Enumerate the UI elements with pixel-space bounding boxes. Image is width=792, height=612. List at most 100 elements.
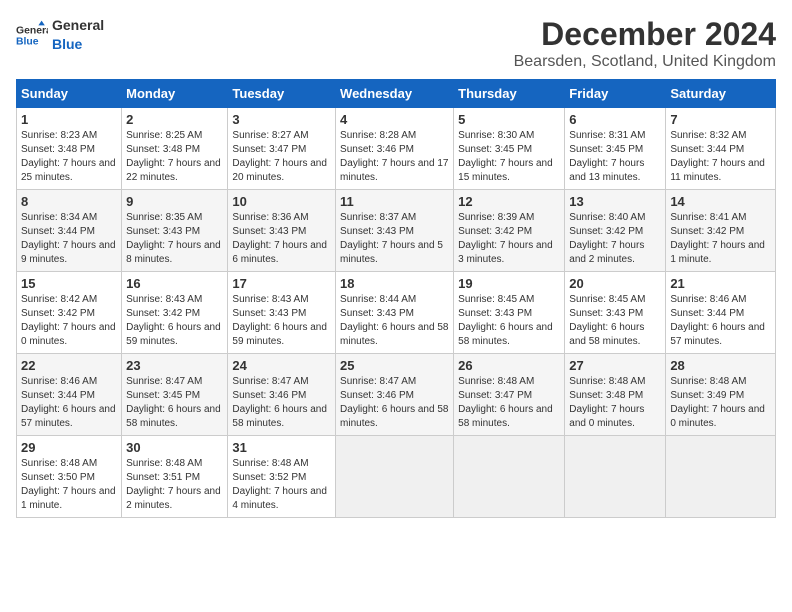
day-header-tuesday: Tuesday [228,80,336,108]
day-number: 24 [232,358,331,373]
day-info: Sunrise: 8:39 AMSunset: 3:42 PMDaylight:… [458,212,553,265]
day-info: Sunrise: 8:36 AMSunset: 3:43 PMDaylight:… [232,212,327,265]
calendar-cell: 1 Sunrise: 8:23 AMSunset: 3:48 PMDayligh… [17,108,122,190]
day-header-wednesday: Wednesday [336,80,454,108]
day-header-monday: Monday [122,80,228,108]
calendar-cell: 21 Sunrise: 8:46 AMSunset: 3:44 PMDaylig… [666,272,776,354]
day-number: 19 [458,276,560,291]
day-info: Sunrise: 8:48 AMSunset: 3:49 PMDaylight:… [670,376,765,429]
day-number: 21 [670,276,771,291]
calendar-cell: 22 Sunrise: 8:46 AMSunset: 3:44 PMDaylig… [17,354,122,436]
day-info: Sunrise: 8:44 AMSunset: 3:43 PMDaylight:… [340,294,448,347]
calendar-cell: 10 Sunrise: 8:36 AMSunset: 3:43 PMDaylig… [228,190,336,272]
day-header-sunday: Sunday [17,80,122,108]
day-number: 6 [569,112,661,127]
calendar-cell: 9 Sunrise: 8:35 AMSunset: 3:43 PMDayligh… [122,190,228,272]
calendar-cell: 3 Sunrise: 8:27 AMSunset: 3:47 PMDayligh… [228,108,336,190]
day-number: 26 [458,358,560,373]
day-number: 28 [670,358,771,373]
day-number: 9 [126,194,223,209]
calendar-cell: 27 Sunrise: 8:48 AMSunset: 3:48 PMDaylig… [565,354,666,436]
subtitle: Bearsden, Scotland, United Kingdom [514,53,776,71]
logo-icon: General Blue [16,19,48,51]
day-number: 23 [126,358,223,373]
day-info: Sunrise: 8:40 AMSunset: 3:42 PMDaylight:… [569,212,645,265]
day-number: 3 [232,112,331,127]
day-number: 22 [21,358,117,373]
day-info: Sunrise: 8:42 AMSunset: 3:42 PMDaylight:… [21,294,116,347]
calendar-body: 1 Sunrise: 8:23 AMSunset: 3:48 PMDayligh… [17,108,776,518]
day-info: Sunrise: 8:47 AMSunset: 3:45 PMDaylight:… [126,376,221,429]
calendar-cell: 15 Sunrise: 8:42 AMSunset: 3:42 PMDaylig… [17,272,122,354]
day-info: Sunrise: 8:28 AMSunset: 3:46 PMDaylight:… [340,130,448,183]
calendar-cell: 23 Sunrise: 8:47 AMSunset: 3:45 PMDaylig… [122,354,228,436]
title-section: December 2024 Bearsden, Scotland, United… [514,16,776,71]
calendar-cell: 11 Sunrise: 8:37 AMSunset: 3:43 PMDaylig… [336,190,454,272]
calendar-cell: 19 Sunrise: 8:45 AMSunset: 3:43 PMDaylig… [454,272,565,354]
day-info: Sunrise: 8:27 AMSunset: 3:47 PMDaylight:… [232,130,327,183]
logo: General Blue General Blue [16,16,104,54]
calendar-cell: 8 Sunrise: 8:34 AMSunset: 3:44 PMDayligh… [17,190,122,272]
day-number: 20 [569,276,661,291]
day-info: Sunrise: 8:34 AMSunset: 3:44 PMDaylight:… [21,212,116,265]
logo-general-text: General [52,17,104,33]
day-number: 17 [232,276,331,291]
svg-text:General: General [16,26,48,37]
day-number: 31 [232,440,331,455]
calendar-cell: 6 Sunrise: 8:31 AMSunset: 3:45 PMDayligh… [565,108,666,190]
calendar-cell: 18 Sunrise: 8:44 AMSunset: 3:43 PMDaylig… [336,272,454,354]
day-number: 2 [126,112,223,127]
calendar-cell: 4 Sunrise: 8:28 AMSunset: 3:46 PMDayligh… [336,108,454,190]
day-info: Sunrise: 8:48 AMSunset: 3:52 PMDaylight:… [232,458,327,511]
day-info: Sunrise: 8:48 AMSunset: 3:51 PMDaylight:… [126,458,221,511]
day-number: 27 [569,358,661,373]
calendar-cell: 5 Sunrise: 8:30 AMSunset: 3:45 PMDayligh… [454,108,565,190]
day-info: Sunrise: 8:41 AMSunset: 3:42 PMDaylight:… [670,212,765,265]
calendar-cell: 17 Sunrise: 8:43 AMSunset: 3:43 PMDaylig… [228,272,336,354]
calendar-cell: 12 Sunrise: 8:39 AMSunset: 3:42 PMDaylig… [454,190,565,272]
day-info: Sunrise: 8:45 AMSunset: 3:43 PMDaylight:… [569,294,645,347]
calendar-cell: 26 Sunrise: 8:48 AMSunset: 3:47 PMDaylig… [454,354,565,436]
day-info: Sunrise: 8:37 AMSunset: 3:43 PMDaylight:… [340,212,443,265]
calendar-week-row: 8 Sunrise: 8:34 AMSunset: 3:44 PMDayligh… [17,190,776,272]
day-number: 15 [21,276,117,291]
day-info: Sunrise: 8:46 AMSunset: 3:44 PMDaylight:… [21,376,116,429]
page-header: General Blue General Blue December 2024 … [16,16,776,71]
day-number: 13 [569,194,661,209]
calendar-week-row: 15 Sunrise: 8:42 AMSunset: 3:42 PMDaylig… [17,272,776,354]
day-number: 12 [458,194,560,209]
day-number: 18 [340,276,449,291]
calendar-header-row: SundayMondayTuesdayWednesdayThursdayFrid… [17,80,776,108]
day-number: 5 [458,112,560,127]
calendar-week-row: 22 Sunrise: 8:46 AMSunset: 3:44 PMDaylig… [17,354,776,436]
day-info: Sunrise: 8:43 AMSunset: 3:42 PMDaylight:… [126,294,221,347]
day-number: 7 [670,112,771,127]
day-info: Sunrise: 8:48 AMSunset: 3:47 PMDaylight:… [458,376,553,429]
calendar-week-row: 1 Sunrise: 8:23 AMSunset: 3:48 PMDayligh… [17,108,776,190]
calendar-cell: 16 Sunrise: 8:43 AMSunset: 3:42 PMDaylig… [122,272,228,354]
day-info: Sunrise: 8:46 AMSunset: 3:44 PMDaylight:… [670,294,765,347]
day-number: 25 [340,358,449,373]
main-title: December 2024 [514,16,776,53]
day-header-saturday: Saturday [666,80,776,108]
day-info: Sunrise: 8:23 AMSunset: 3:48 PMDaylight:… [21,130,116,183]
day-number: 4 [340,112,449,127]
calendar-cell: 25 Sunrise: 8:47 AMSunset: 3:46 PMDaylig… [336,354,454,436]
calendar-cell: 13 Sunrise: 8:40 AMSunset: 3:42 PMDaylig… [565,190,666,272]
day-header-friday: Friday [565,80,666,108]
day-info: Sunrise: 8:35 AMSunset: 3:43 PMDaylight:… [126,212,221,265]
calendar-cell: 2 Sunrise: 8:25 AMSunset: 3:48 PMDayligh… [122,108,228,190]
calendar-cell: 14 Sunrise: 8:41 AMSunset: 3:42 PMDaylig… [666,190,776,272]
calendar-cell: 28 Sunrise: 8:48 AMSunset: 3:49 PMDaylig… [666,354,776,436]
day-info: Sunrise: 8:31 AMSunset: 3:45 PMDaylight:… [569,130,645,183]
day-number: 8 [21,194,117,209]
calendar-cell [336,436,454,518]
day-info: Sunrise: 8:43 AMSunset: 3:43 PMDaylight:… [232,294,327,347]
calendar-cell: 20 Sunrise: 8:45 AMSunset: 3:43 PMDaylig… [565,272,666,354]
day-info: Sunrise: 8:47 AMSunset: 3:46 PMDaylight:… [340,376,448,429]
calendar-cell: 7 Sunrise: 8:32 AMSunset: 3:44 PMDayligh… [666,108,776,190]
calendar-week-row: 29 Sunrise: 8:48 AMSunset: 3:50 PMDaylig… [17,436,776,518]
day-number: 16 [126,276,223,291]
calendar-cell [565,436,666,518]
calendar-table: SundayMondayTuesdayWednesdayThursdayFrid… [16,79,776,518]
